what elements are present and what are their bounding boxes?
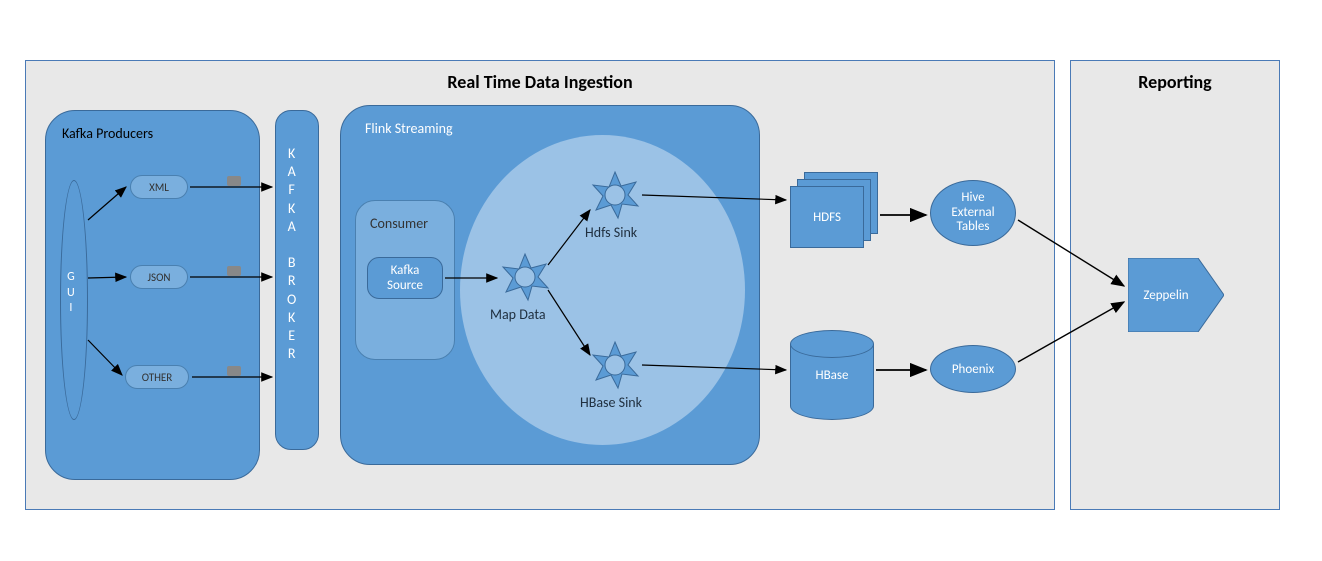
message-icon: [227, 266, 241, 276]
hbase-sink-label: HBase Sink: [580, 394, 642, 411]
producer-json: JSON: [130, 265, 188, 289]
hbase-store: HBase: [790, 330, 874, 420]
map-data-label: Map Data: [490, 306, 546, 323]
hive-node: Hive External Tables: [930, 180, 1016, 246]
kafka-source-node: Kafka Source: [367, 257, 443, 299]
star-icon: [590, 170, 640, 220]
zeppelin-node: Zeppelin: [1128, 258, 1224, 332]
flink-label: Flink Streaming: [365, 120, 453, 137]
kafka-broker-label: K A F K A B R O K E R: [287, 145, 297, 363]
star-icon: [590, 340, 640, 390]
producer-other: OTHER: [125, 365, 189, 389]
star-icon: [500, 252, 550, 302]
reporting-title: Reporting: [1071, 61, 1279, 93]
hdfs-sink-label: Hdfs Sink: [585, 224, 637, 241]
message-icon: [227, 366, 241, 376]
hdfs-label: HDFS: [790, 186, 864, 248]
phoenix-node: Phoenix: [930, 345, 1016, 393]
hdfs-store: HDFS: [790, 172, 880, 250]
gui-label: G U I: [67, 270, 76, 317]
producers-label: Kafka Producers: [62, 125, 153, 142]
producer-xml: XML: [130, 175, 188, 199]
consumer-label: Consumer: [370, 215, 428, 232]
ingestion-title: Real Time Data Ingestion: [26, 61, 1054, 93]
zeppelin-label: Zeppelin: [1128, 258, 1204, 332]
message-icon: [227, 176, 241, 186]
